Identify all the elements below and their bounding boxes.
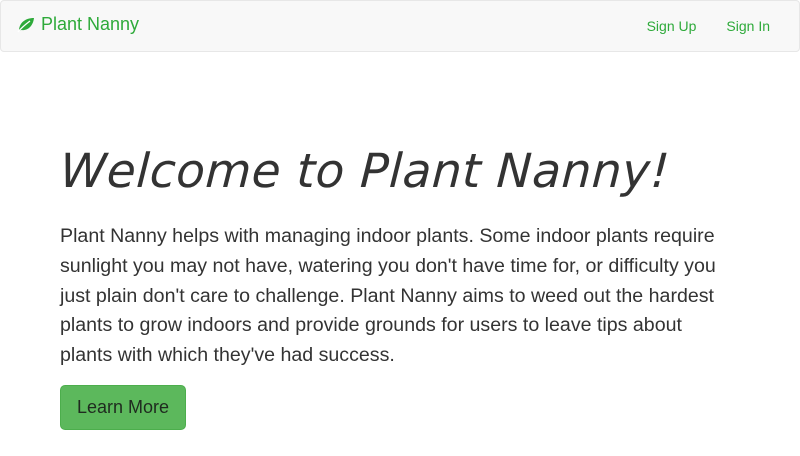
page-title: Welcome to Plant Nanny!: [58, 144, 672, 199]
sign-up-link[interactable]: Sign Up: [632, 1, 712, 51]
navbar: Plant Nanny Sign Up Sign In: [0, 0, 800, 52]
sign-in-link[interactable]: Sign In: [711, 1, 799, 51]
nav-links: Sign Up Sign In: [632, 1, 799, 51]
hero-description: Plant Nanny helps with managing indoor p…: [60, 225, 716, 367]
learn-more-button[interactable]: Learn More: [60, 384, 187, 430]
brand-name: Plant Nanny: [41, 14, 140, 34]
brand-link[interactable]: Plant Nanny: [17, 14, 139, 35]
leaf-icon: [17, 17, 35, 33]
hero: Welcome to Plant Nanny! Plant Nanny help…: [58, 132, 740, 430]
